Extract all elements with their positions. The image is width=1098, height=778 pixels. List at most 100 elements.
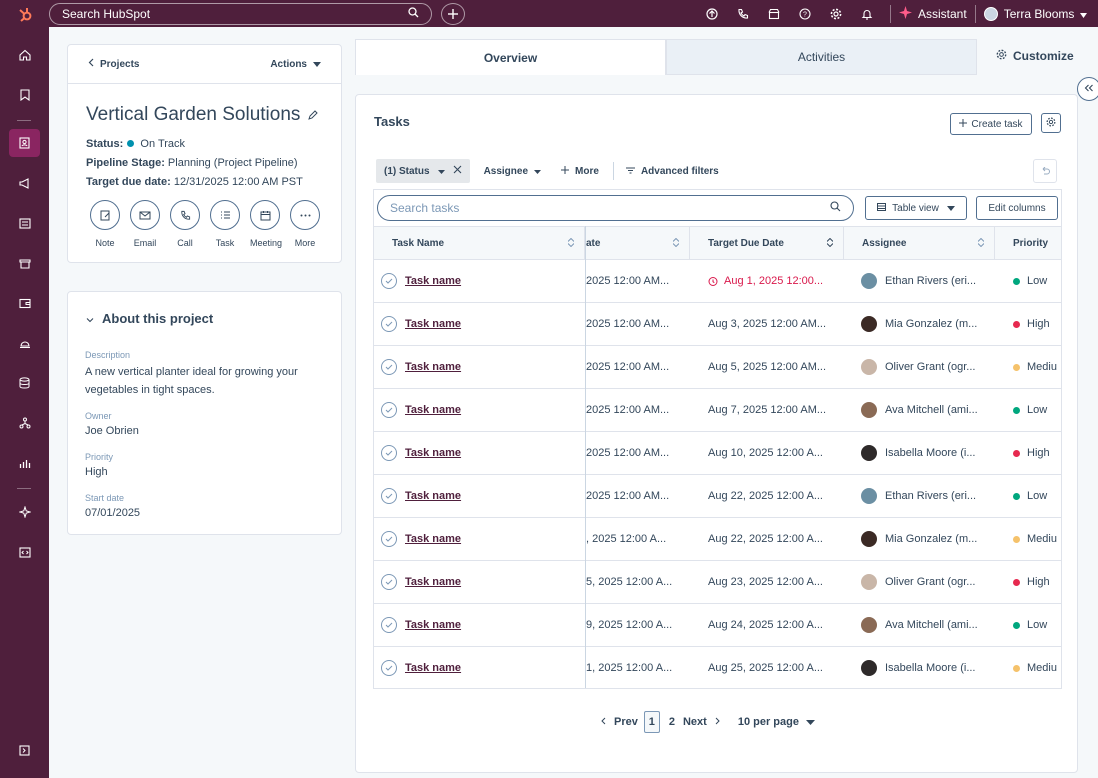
- marketplace-icon[interactable]: [758, 8, 789, 20]
- per-page-dropdown[interactable]: 10 per page: [738, 716, 815, 728]
- assignee-name[interactable]: Mia Gonzalez (m...: [885, 533, 977, 545]
- assignee-name[interactable]: Ethan Rivers (eri...: [885, 275, 976, 287]
- breeze-sparkle-icon[interactable]: [9, 498, 40, 526]
- upgrade-icon[interactable]: [696, 7, 727, 20]
- about-section-toggle[interactable]: About this project: [86, 311, 323, 326]
- task-name-link[interactable]: Task name: [405, 490, 461, 502]
- page-2-button[interactable]: 2: [669, 716, 675, 728]
- assignee-name[interactable]: Mia Gonzalez (m...: [885, 318, 977, 330]
- double-chevron-left-icon: [1084, 83, 1094, 95]
- task-name-link[interactable]: Task name: [405, 447, 461, 459]
- email-action[interactable]: Email: [130, 200, 160, 248]
- header-priority[interactable]: Priority: [995, 227, 1061, 260]
- tasks-settings-button[interactable]: [1041, 113, 1061, 133]
- complete-task-checkbox[interactable]: [381, 273, 397, 289]
- edit-columns-button[interactable]: Edit columns: [976, 196, 1058, 220]
- contacts-icon[interactable]: [9, 129, 40, 157]
- page-1-button[interactable]: 1: [643, 711, 660, 733]
- collapse-sidebar-button[interactable]: [1077, 77, 1098, 101]
- close-icon[interactable]: [453, 165, 462, 177]
- complete-task-checkbox[interactable]: [381, 402, 397, 418]
- filter-bar: (1) Status Assignee More Advanced filter…: [376, 159, 719, 183]
- customize-button[interactable]: Customize: [996, 49, 1074, 63]
- more-filters-button[interactable]: More: [561, 165, 599, 177]
- complete-task-checkbox[interactable]: [381, 316, 397, 332]
- hubspot-logo-icon[interactable]: [0, 0, 49, 27]
- header-assignee[interactable]: Assignee: [844, 227, 995, 260]
- reporting-chart-icon[interactable]: [9, 449, 40, 477]
- owner-value[interactable]: Joe Obrien: [85, 422, 324, 440]
- sales-wallet-icon[interactable]: [9, 289, 40, 317]
- assignee-cell: Ava Mitchell (ami...: [861, 604, 993, 646]
- complete-task-checkbox[interactable]: [381, 359, 397, 375]
- assignee-name[interactable]: Isabella Moore (i...: [885, 447, 975, 459]
- expand-sidebar-icon[interactable]: [9, 736, 40, 764]
- task-name-link[interactable]: Task name: [405, 533, 461, 545]
- table-view-dropdown[interactable]: Table view: [865, 196, 967, 220]
- create-task-button[interactable]: Create task: [950, 113, 1032, 135]
- data-database-icon[interactable]: [9, 369, 40, 397]
- account-menu[interactable]: Terra Blooms: [983, 6, 1088, 21]
- global-search-input[interactable]: Search HubSpot: [49, 2, 432, 25]
- create-plus-button[interactable]: [441, 2, 465, 25]
- priority-value[interactable]: High: [85, 463, 324, 481]
- task-name-link[interactable]: Task name: [405, 662, 461, 674]
- assignee-name[interactable]: Ethan Rivers (eri...: [885, 490, 976, 502]
- header-date[interactable]: ate: [586, 227, 690, 260]
- next-page-button[interactable]: Next: [683, 716, 720, 728]
- task-name-link[interactable]: Task name: [405, 361, 461, 373]
- note-action[interactable]: Note: [90, 200, 120, 248]
- search-tasks-input[interactable]: Search tasks: [377, 195, 854, 221]
- advanced-filters-button[interactable]: Advanced filters: [625, 166, 719, 177]
- more-action[interactable]: More: [290, 200, 320, 248]
- home-icon[interactable]: [9, 41, 40, 69]
- assignee-name[interactable]: Ava Mitchell (ami...: [885, 404, 978, 416]
- automation-icon[interactable]: [9, 409, 40, 437]
- header-task-name[interactable]: Task Name: [374, 227, 585, 260]
- tab-activities[interactable]: Activities: [666, 39, 977, 75]
- task-name-link[interactable]: Task name: [405, 404, 461, 416]
- header-target-due-date[interactable]: Target Due Date: [690, 227, 844, 260]
- call-action[interactable]: Call: [170, 200, 200, 248]
- task-action[interactable]: Task: [210, 200, 240, 248]
- complete-task-checkbox[interactable]: [381, 617, 397, 633]
- content-icon[interactable]: [9, 209, 40, 237]
- task-name-cell: Task name: [381, 647, 581, 688]
- complete-task-checkbox[interactable]: [381, 488, 397, 504]
- reset-filters-button[interactable]: [1033, 159, 1057, 183]
- service-icon[interactable]: [9, 329, 40, 357]
- prev-page-button[interactable]: Prev: [601, 716, 638, 728]
- developer-code-icon[interactable]: [9, 538, 40, 566]
- settings-gear-icon[interactable]: [820, 8, 851, 20]
- commerce-icon[interactable]: [9, 249, 40, 277]
- search-tasks-placeholder: Search tasks: [390, 201, 460, 215]
- phone-icon[interactable]: [727, 8, 758, 20]
- bookmark-icon[interactable]: [9, 81, 40, 109]
- task-name-link[interactable]: Task name: [405, 619, 461, 631]
- edit-pencil-icon[interactable]: [308, 104, 319, 126]
- notifications-bell-icon[interactable]: [851, 8, 882, 20]
- assistant-button[interactable]: Assistant: [899, 5, 967, 22]
- task-name-link[interactable]: Task name: [405, 318, 461, 330]
- assignee-name[interactable]: Ava Mitchell (ami...: [885, 619, 978, 631]
- marketing-megaphone-icon[interactable]: [9, 169, 40, 197]
- task-name-link[interactable]: Task name: [405, 275, 461, 287]
- description-value[interactable]: A new vertical planter ideal for growing…: [85, 363, 324, 399]
- assignee-name[interactable]: Oliver Grant (ogr...: [885, 361, 975, 373]
- status-filter-chip[interactable]: (1) Status: [376, 159, 470, 183]
- complete-task-checkbox[interactable]: [381, 445, 397, 461]
- complete-task-checkbox[interactable]: [381, 531, 397, 547]
- start-date-value[interactable]: 07/01/2025: [85, 504, 324, 522]
- meeting-action[interactable]: Meeting: [250, 200, 282, 248]
- assignee-filter[interactable]: Assignee: [484, 166, 542, 177]
- complete-task-checkbox[interactable]: [381, 574, 397, 590]
- task-name-link[interactable]: Task name: [405, 576, 461, 588]
- back-to-projects-link[interactable]: Projects: [88, 58, 139, 70]
- assignee-name[interactable]: Oliver Grant (ogr...: [885, 576, 975, 588]
- due-date-cell: Aug 24, 2025 12:00 A...: [708, 604, 842, 646]
- help-icon[interactable]: ?: [789, 7, 820, 20]
- complete-task-checkbox[interactable]: [381, 660, 397, 676]
- actions-dropdown-button[interactable]: Actions: [270, 59, 321, 70]
- assignee-name[interactable]: Isabella Moore (i...: [885, 662, 975, 674]
- tab-overview[interactable]: Overview: [355, 39, 666, 75]
